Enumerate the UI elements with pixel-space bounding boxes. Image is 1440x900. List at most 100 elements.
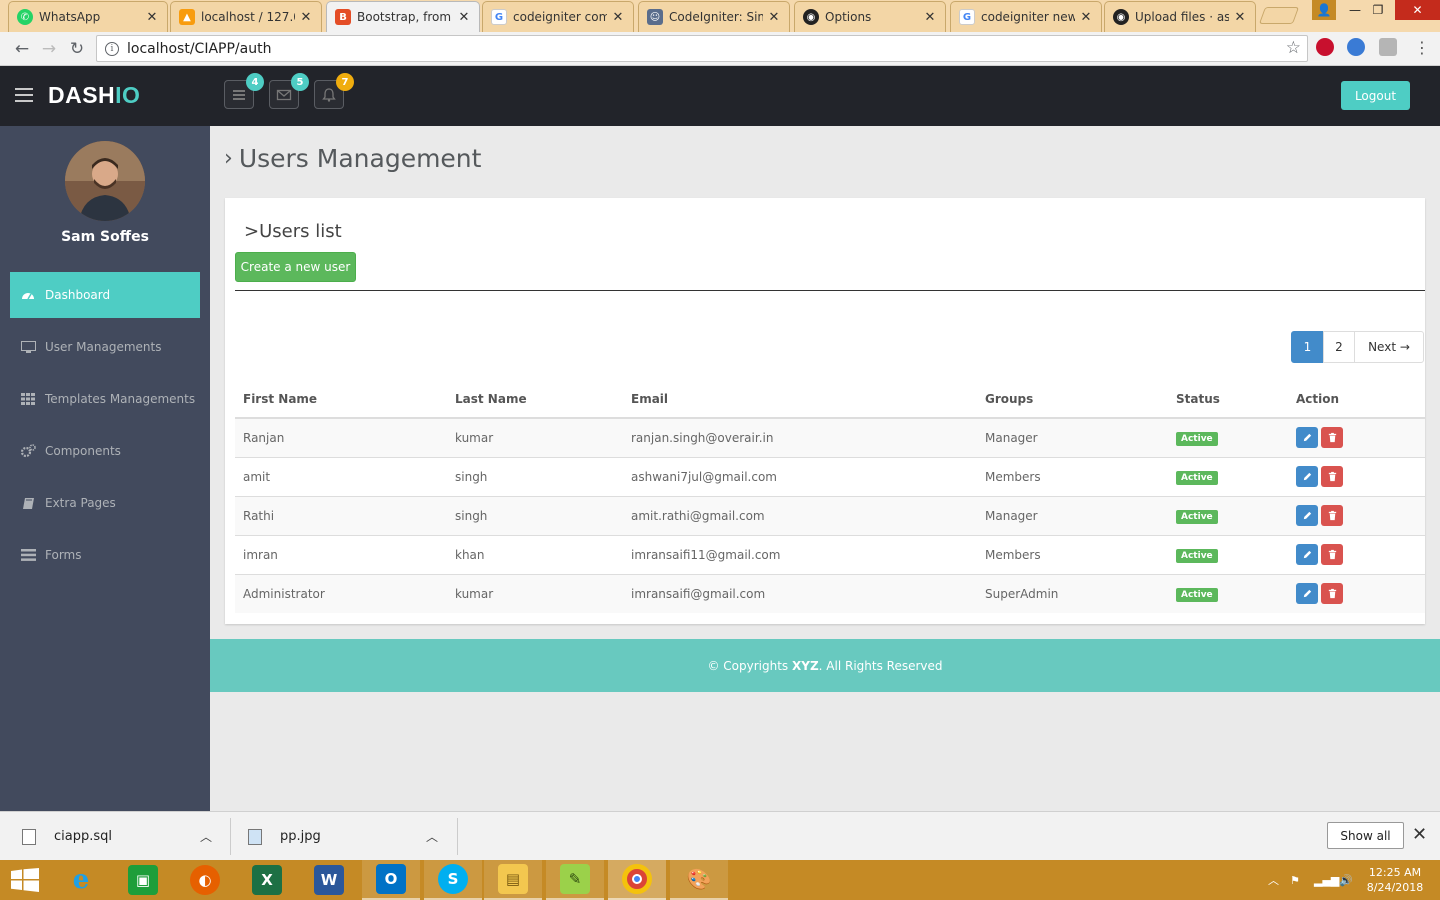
delete-button[interactable] — [1321, 427, 1343, 449]
close-tab-icon[interactable]: ✕ — [457, 10, 471, 25]
delete-button[interactable] — [1321, 466, 1343, 487]
extension-lock-icon[interactable] — [1379, 38, 1397, 56]
sidebar-item-user-managements[interactable]: User Managements — [10, 324, 200, 370]
volume-icon[interactable]: 🔊 — [1339, 860, 1353, 900]
browser-tabstrip: ✆ WhatsApp ✕ ▲ localhost / 127.0.0 ✕ B B… — [0, 0, 1440, 32]
chevron-up-icon[interactable]: ︿ — [200, 828, 212, 845]
book-icon — [20, 496, 36, 510]
close-tab-icon[interactable]: ✕ — [611, 10, 625, 25]
forward-icon[interactable]: → — [37, 37, 61, 61]
page-2-link[interactable]: 2 — [1323, 331, 1355, 363]
logout-button[interactable]: Logout — [1341, 81, 1410, 110]
sidebar-toggle-icon[interactable] — [15, 88, 33, 102]
show-all-downloads-button[interactable]: Show all — [1327, 822, 1404, 849]
browser-tab-bootstrap[interactable]: B Bootstrap, from Tw ✕ — [326, 1, 480, 32]
browser-tab-google-2[interactable]: G codeigniter new u ✕ — [950, 1, 1102, 32]
next-page-link[interactable]: Next → — [1354, 331, 1424, 363]
edit-button[interactable] — [1296, 544, 1318, 565]
new-tab-button[interactable] — [1258, 7, 1300, 24]
delete-button[interactable] — [1321, 505, 1343, 526]
sidebar-item-dashboard[interactable]: Dashboard — [10, 272, 200, 318]
divider — [457, 818, 458, 855]
close-tab-icon[interactable]: ✕ — [1233, 10, 1247, 25]
close-download-bar-icon[interactable]: ✕ — [1412, 824, 1427, 845]
back-icon[interactable]: ← — [10, 37, 34, 61]
download-item-pp[interactable]: pp.jpg ︿ — [248, 812, 448, 861]
edit-button[interactable] — [1296, 466, 1318, 487]
edit-button[interactable] — [1296, 427, 1318, 449]
tasks-count-badge: 4 — [246, 73, 264, 91]
action-cell — [1288, 534, 1425, 574]
close-tab-icon[interactable]: ✕ — [767, 10, 781, 25]
column-header[interactable]: Email — [623, 381, 977, 419]
footer-brand[interactable]: XYZ — [792, 659, 819, 673]
firefox-taskbar-icon[interactable]: ◐ — [176, 860, 234, 900]
close-window-icon[interactable]: ✕ — [1395, 0, 1440, 20]
address-bar[interactable]: i localhost/CIAPP/auth ☆ — [96, 35, 1308, 62]
excel-taskbar-icon[interactable]: X — [238, 860, 296, 900]
reload-icon[interactable]: ↻ — [65, 37, 89, 61]
extension-globe-icon[interactable] — [1347, 38, 1365, 56]
internet-explorer-taskbar-icon[interactable]: e — [52, 860, 110, 900]
bootstrap-icon: B — [335, 9, 351, 25]
paint-taskbar-icon[interactable]: 🎨 — [670, 860, 728, 900]
store-taskbar-icon[interactable]: ▣ — [114, 860, 172, 900]
close-tab-icon[interactable]: ✕ — [145, 10, 159, 25]
restore-icon[interactable]: ❐ — [1366, 0, 1390, 20]
browser-tab-upload[interactable]: ◉ Upload files · ashw ✕ — [1104, 1, 1256, 32]
sidebar-item-forms[interactable]: Forms — [10, 532, 200, 578]
sidebar-item-label: User Managements — [45, 340, 162, 354]
column-header[interactable]: Groups — [977, 381, 1168, 419]
bookmark-star-icon[interactable]: ☆ — [1286, 38, 1301, 58]
file-explorer-taskbar-icon[interactable]: ▤ — [484, 860, 542, 900]
column-header[interactable]: Action — [1288, 381, 1425, 419]
browser-tab-whatsapp[interactable]: ✆ WhatsApp ✕ — [8, 1, 168, 32]
tasks-dropdown[interactable]: 4 — [224, 73, 264, 109]
sidebar-item-extra-pages[interactable]: Extra Pages — [10, 480, 200, 526]
create-user-button[interactable]: Create a new user — [235, 252, 356, 282]
close-tab-icon[interactable]: ✕ — [923, 10, 937, 25]
browser-tab-options[interactable]: ◉ Options ✕ — [794, 1, 946, 32]
system-clock[interactable]: 12:25 AM 8/24/2018 — [1360, 865, 1430, 895]
browser-tab-google-1[interactable]: G codeigniter comm ✕ — [482, 1, 634, 32]
email-cell: amit.rathi@gmail.com — [623, 495, 977, 535]
action-center-flag-icon[interactable]: ⚑ — [1290, 860, 1300, 900]
sidebar-item-templates-managements[interactable]: Templates Managements — [10, 376, 200, 422]
chevron-up-icon[interactable]: ︿ — [426, 828, 438, 845]
word-taskbar-icon[interactable]: W — [300, 860, 358, 900]
chrome-taskbar-icon[interactable] — [608, 860, 666, 900]
download-item-ciapp[interactable]: ciapp.sql ︿ — [22, 812, 222, 861]
sidebar-item-label: Forms — [45, 548, 82, 562]
close-tab-icon[interactable]: ✕ — [299, 10, 313, 25]
edit-button[interactable] — [1296, 583, 1318, 605]
page-1-link[interactable]: 1 — [1291, 331, 1324, 363]
users-panel: >Users list Create a new user 1 2 Next →… — [225, 198, 1425, 624]
notepad-plus-taskbar-icon[interactable]: ✎ — [546, 860, 604, 900]
windows-start-icon[interactable] — [11, 868, 39, 892]
edit-button[interactable] — [1296, 505, 1318, 526]
outlook-taskbar-icon[interactable]: O — [362, 860, 420, 900]
browser-menu-icon[interactable]: ⋮ — [1414, 38, 1430, 57]
browser-tab-phpmyadmin[interactable]: ▲ localhost / 127.0.0 ✕ — [170, 1, 322, 32]
logo[interactable]: DASHIO — [48, 82, 140, 109]
column-header[interactable]: First Name — [235, 381, 447, 419]
profile-icon[interactable]: 👤 — [1312, 0, 1336, 20]
browser-tab-codeigniter[interactable]: ☺ CodeIgniter: Simpl ✕ — [638, 1, 790, 32]
messages-dropdown[interactable]: 5 — [269, 73, 309, 109]
close-tab-icon[interactable]: ✕ — [1079, 10, 1093, 25]
avatar[interactable] — [65, 141, 145, 221]
column-header[interactable]: Status — [1168, 381, 1288, 419]
user-name[interactable]: Sam Soffes — [0, 229, 210, 245]
adblock-icon[interactable] — [1316, 38, 1334, 56]
sidebar-item-components[interactable]: Components — [10, 428, 200, 474]
email-cell: imransaifi@gmail.com — [623, 573, 977, 613]
notifications-dropdown[interactable]: 7 — [314, 73, 354, 109]
delete-button[interactable] — [1321, 544, 1343, 565]
show-hidden-icons[interactable]: ︿ — [1268, 860, 1279, 900]
column-header[interactable]: Last Name — [447, 381, 623, 419]
delete-button[interactable] — [1321, 583, 1343, 605]
network-icon[interactable]: ▂▄▆ — [1314, 860, 1339, 900]
skype-taskbar-icon[interactable]: S — [424, 860, 482, 900]
info-icon[interactable]: i — [105, 41, 119, 56]
users-table: First Name Last Name Email Groups Status… — [235, 381, 1425, 613]
